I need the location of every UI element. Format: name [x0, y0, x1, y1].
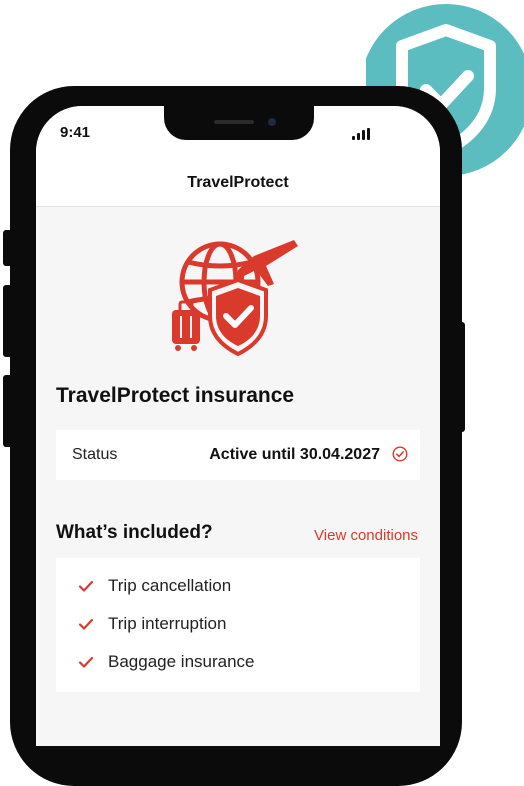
check-circle-icon	[392, 446, 408, 462]
speaker-grille	[214, 120, 254, 124]
included-title: What’s included?	[56, 522, 213, 543]
list-item: Trip interruption	[78, 614, 226, 634]
app-header: 9:41 TravelProtect	[36, 106, 440, 207]
list-item: Baggage insurance	[78, 652, 255, 672]
travel-insurance-icon	[172, 240, 298, 356]
check-icon	[78, 580, 94, 592]
list-item-label: Trip cancellation	[108, 576, 232, 595]
check-icon	[78, 656, 94, 668]
status-value: Active until 30.04.2027	[209, 446, 380, 463]
list-item-label: Trip interruption	[108, 614, 227, 633]
view-conditions-link[interactable]: View conditions	[314, 527, 418, 544]
status-label: Status	[72, 446, 118, 463]
phone-screen: 9:41 TravelProtect TravelProtect insuran…	[36, 106, 440, 746]
status-card: Status Active until 30.04.2027	[56, 430, 420, 480]
insurance-title: TravelProtect insurance	[56, 384, 295, 407]
check-icon	[78, 618, 94, 630]
included-list: Trip cancellation Trip interruption Bagg…	[56, 558, 420, 692]
status-bar-time: 9:41	[60, 124, 91, 141]
signal-icon	[352, 128, 370, 140]
list-item-label: Baggage insurance	[108, 652, 255, 671]
app-title: TravelProtect	[187, 174, 289, 191]
phone-notch	[164, 106, 314, 140]
front-camera	[268, 118, 276, 126]
list-item: Trip cancellation	[78, 576, 231, 596]
